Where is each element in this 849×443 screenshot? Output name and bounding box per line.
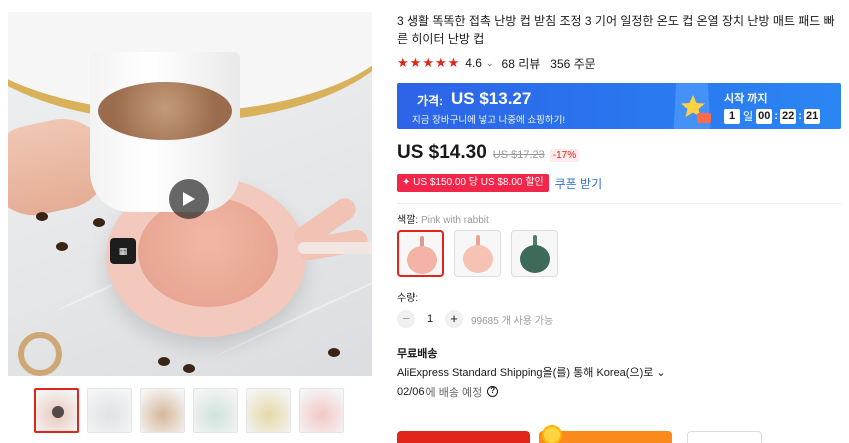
coupon-text: US $150.00 당 US $8.00 할인 (413, 177, 544, 188)
coupon-tag: ✦ US $150.00 당 US $8.00 할인 (397, 174, 549, 192)
coffee-bean (183, 364, 195, 373)
get-coupon-link[interactable]: 쿠폰 받기 (555, 175, 603, 192)
thumb-6[interactable] (299, 388, 344, 433)
add-to-cart-button[interactable] (539, 425, 672, 443)
play-icon (52, 406, 64, 418)
buy-now-button[interactable] (397, 431, 530, 443)
countdown-timer: 1 일 00 : 22 : 21 (724, 108, 821, 124)
divider (397, 203, 841, 204)
thumb-4[interactable] (193, 388, 238, 433)
color-label-text: 색깔: (397, 215, 419, 226)
product-title: 3 생활 똑똑한 접촉 난방 컵 받침 조정 3 기어 일정한 온도 컵 온열 … (397, 14, 835, 46)
shipping-method[interactable]: AliExpress Standard Shipping을(를) 통해 Kore… (397, 364, 841, 379)
stock-available: 99685 개 사용 가능 (471, 315, 554, 327)
countdown-days: 1 (724, 108, 740, 124)
coffee-bean (93, 218, 105, 227)
star-icon: ★ (434, 55, 447, 70)
promo-banner: 가격: US $13.27 지금 장바구니에 넣고 나중에 쇼핑하기! 시작 까… (397, 83, 841, 129)
color-swatch-green[interactable] (511, 230, 558, 277)
star-icon: ★ (422, 55, 434, 70)
price-row: US $14.30 US $17.23 -17% (397, 142, 841, 164)
quantity-stepper: − 1 + 99685 개 사용 가능 (397, 310, 841, 328)
coffee-surface (98, 82, 232, 140)
coupon-row: ✦ US $150.00 당 US $8.00 할인 쿠폰 받기 (397, 174, 841, 192)
coffee-bean (56, 242, 68, 251)
selected-color-value: Pink with rabbit (420, 215, 489, 226)
color-swatch-pink[interactable] (454, 230, 501, 277)
orders-count: 356 주문 (550, 56, 596, 71)
original-price: US $17.23 (492, 149, 545, 161)
color-swatches (397, 230, 841, 277)
action-buttons (397, 425, 762, 443)
current-price: US $14.30 (397, 142, 487, 163)
thumb-5[interactable] (246, 388, 291, 433)
help-icon[interactable]: ? (487, 386, 499, 397)
coffee-bean (36, 212, 48, 221)
reviews-count[interactable]: 68 리뷰 (502, 55, 541, 72)
countdown-days-unit: 일 (743, 111, 754, 123)
discount-badge: -17% (549, 149, 580, 162)
countdown-seconds: 21 (803, 108, 821, 124)
coffee-bean (328, 348, 340, 357)
thumbnail-strip (8, 388, 372, 433)
main-product-image[interactable]: ▦ (8, 12, 372, 376)
star-icon: ★ (409, 55, 422, 70)
banner-subtitle: 지금 장바구니에 넣고 나중에 쇼핑하기! (412, 115, 566, 126)
delivery-note: 에 배송 예정 (425, 386, 483, 399)
quantity-label: 수량: (397, 293, 419, 304)
quantity-minus-button[interactable]: − (397, 310, 415, 328)
thumb-3[interactable] (140, 388, 185, 433)
thumb-2[interactable] (87, 388, 132, 433)
countdown-label: 시작 까지 (724, 93, 768, 105)
countdown-minutes: 22 (780, 108, 797, 124)
warmer-pad (138, 197, 278, 307)
rating-row: ★ ★ ★ ★ ★ 4.6 ⌄ 68 리뷰 356 주문 (397, 55, 841, 71)
star-decoration-icon (673, 83, 711, 129)
power-cable (298, 242, 372, 254)
thumb-video[interactable] (34, 388, 79, 433)
countdown-hours: 00 (756, 108, 773, 124)
color-swatch-pink-rabbit[interactable] (397, 230, 444, 277)
chevron-down-icon[interactable]: ⌄ (486, 58, 494, 69)
star-icon: ★ (447, 55, 460, 70)
product-gallery: ▦ (8, 12, 372, 433)
shipping-title: 무료배송 (397, 348, 438, 360)
delivery-date: 02/06 (397, 385, 425, 398)
banner-price: US $13.27 (451, 89, 532, 108)
color-label: 색깔: Pink with rabbit (397, 211, 841, 226)
star-icon: ★ (397, 55, 409, 70)
quantity-value[interactable]: 1 (415, 313, 445, 325)
temperature-display: ▦ (110, 238, 136, 264)
rating-value[interactable]: 4.6 (465, 56, 482, 70)
coin-icon (542, 425, 562, 443)
play-icon (183, 192, 195, 206)
quantity-plus-button[interactable]: + (445, 310, 463, 328)
banner-price-label: 가격: (417, 94, 444, 108)
coffee-bean (158, 357, 170, 366)
gold-ring-image (18, 332, 62, 376)
delivery-date-row: 02/06 에 배송 예정 ? (397, 384, 841, 399)
star-rating: ★ ★ ★ ★ ★ (397, 56, 459, 70)
video-play-button[interactable] (169, 179, 209, 219)
product-info: 3 생활 똑똑한 접촉 난방 컵 받침 조정 3 기어 일정한 온도 컵 온열 … (397, 12, 841, 399)
wishlist-button[interactable] (687, 431, 762, 443)
